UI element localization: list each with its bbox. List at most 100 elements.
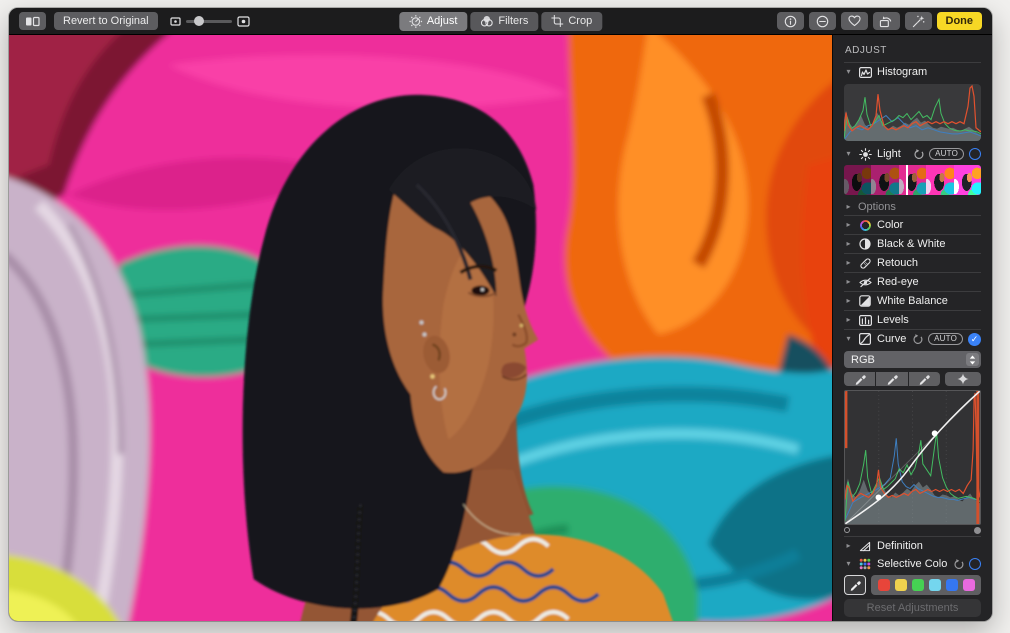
add-point-button[interactable] bbox=[945, 372, 981, 386]
sparkle-point-icon bbox=[957, 373, 969, 385]
crop-icon bbox=[551, 15, 563, 27]
chevron-right-icon[interactable]: ▸ bbox=[844, 259, 853, 267]
tab-adjust[interactable]: Adjust bbox=[399, 12, 468, 31]
curves-channel-select[interactable]: RGB bbox=[844, 351, 981, 368]
curve-point-1[interactable] bbox=[876, 494, 882, 500]
info-icon bbox=[784, 15, 797, 28]
row-label: Histogram bbox=[877, 66, 981, 78]
swatch-magenta[interactable] bbox=[963, 579, 975, 591]
sidebar-row-options[interactable]: ▸ Options bbox=[844, 198, 981, 215]
light-value-indicator[interactable] bbox=[906, 165, 908, 195]
white-point-handle[interactable] bbox=[974, 527, 981, 534]
done-button[interactable]: Done bbox=[937, 12, 983, 30]
row-label: Levels bbox=[877, 314, 981, 326]
swatch-yellow[interactable] bbox=[895, 579, 907, 591]
bandage-icon bbox=[858, 257, 872, 270]
swatch-cyan[interactable] bbox=[929, 579, 941, 591]
chevron-right-icon[interactable]: ▸ bbox=[844, 297, 853, 305]
swatch-red[interactable] bbox=[878, 579, 890, 591]
favorite-button[interactable] bbox=[841, 12, 868, 30]
sidebar-row-black-white[interactable]: ▸ Black & White bbox=[844, 235, 981, 253]
chevron-right-icon[interactable]: ▸ bbox=[844, 221, 853, 229]
light-thumb[interactable] bbox=[954, 165, 981, 195]
curves-chart[interactable] bbox=[844, 390, 981, 525]
reset-arrow-icon[interactable] bbox=[912, 149, 924, 160]
reset-adjustments-button[interactable]: Reset Adjustments bbox=[844, 599, 981, 617]
sidebar-row-retouch[interactable]: ▸ Retouch bbox=[844, 254, 981, 272]
auto-enhance-button[interactable] bbox=[905, 12, 932, 30]
histogram-icon bbox=[858, 66, 872, 79]
zoom-out-thumbnail-icon bbox=[170, 17, 181, 26]
sun-icon bbox=[858, 148, 872, 161]
gray-point-eyedropper-button[interactable] bbox=[876, 372, 907, 386]
color-wheel-icon bbox=[858, 219, 872, 232]
curves-tools bbox=[844, 372, 981, 386]
light-thumb[interactable] bbox=[899, 165, 926, 195]
light-thumb[interactable] bbox=[871, 165, 898, 195]
swatch-blue[interactable] bbox=[946, 579, 958, 591]
sidebar-row-histogram[interactable]: ▾ Histogram bbox=[844, 63, 981, 81]
sidebar-row-selective-color[interactable]: ▾ Selective Color bbox=[844, 555, 981, 573]
chevron-right-icon[interactable]: ▸ bbox=[844, 316, 853, 324]
curves-icon bbox=[858, 333, 872, 346]
row-label: Black & White bbox=[877, 238, 981, 250]
chevron-right-icon[interactable]: ▸ bbox=[844, 240, 853, 248]
tab-filters-label: Filters bbox=[498, 15, 528, 27]
black-point-handle[interactable] bbox=[844, 527, 850, 533]
adjust-sidebar: ADJUST ▾ Histogram bbox=[832, 35, 992, 621]
photo-canvas bbox=[9, 35, 832, 621]
photo-woman-colorful-fabrics bbox=[9, 35, 832, 621]
zoom-slider[interactable] bbox=[186, 20, 232, 23]
light-auto-button[interactable]: AUTO bbox=[929, 148, 964, 161]
tab-crop-label: Crop bbox=[568, 15, 592, 27]
sidebar-row-levels[interactable]: ▸ Levels bbox=[844, 311, 981, 329]
chevron-right-icon[interactable]: ▸ bbox=[844, 203, 853, 211]
rotate-button[interactable] bbox=[873, 12, 900, 30]
light-enabled-checkbox[interactable] bbox=[969, 148, 981, 160]
chevron-right-icon[interactable]: ▸ bbox=[844, 542, 853, 550]
eyedropper-icon bbox=[918, 373, 930, 385]
tab-crop[interactable]: Crop bbox=[541, 12, 602, 31]
reset-arrow-icon[interactable] bbox=[911, 334, 923, 345]
white-point-eyedropper-button[interactable] bbox=[909, 372, 940, 386]
swatch-green[interactable] bbox=[912, 579, 924, 591]
chevron-down-icon[interactable]: ▾ bbox=[844, 150, 853, 158]
curves-auto-button[interactable]: AUTO bbox=[928, 333, 963, 346]
chevron-down-icon[interactable]: ▾ bbox=[844, 560, 853, 568]
sidebar-row-definition[interactable]: ▸ Definition bbox=[844, 537, 981, 555]
sidebar-row-red-eye[interactable]: ▸ Red-eye bbox=[844, 273, 981, 291]
revert-to-original-button[interactable]: Revert to Original bbox=[54, 12, 158, 30]
histogram-chart bbox=[844, 84, 981, 141]
compare-before-after-button[interactable] bbox=[19, 12, 46, 30]
light-thumb[interactable] bbox=[844, 165, 871, 195]
sidebar-row-white-balance[interactable]: ▸ White Balance bbox=[844, 292, 981, 310]
before-after-icon bbox=[25, 16, 40, 27]
eyedropper-icon bbox=[886, 373, 898, 385]
sidebar-row-curves[interactable]: ▾ Curves AUTO ✓ bbox=[844, 330, 981, 348]
black-point-eyedropper-button[interactable] bbox=[844, 372, 875, 386]
reset-arrow-icon[interactable] bbox=[952, 559, 964, 570]
tab-filters[interactable]: Filters bbox=[470, 12, 538, 31]
selective-color-icon bbox=[858, 558, 872, 571]
curve-point-2[interactable] bbox=[932, 430, 938, 436]
select-stepper-icon bbox=[966, 353, 979, 366]
hide-photo-button[interactable] bbox=[809, 12, 836, 30]
info-button[interactable] bbox=[777, 12, 804, 30]
sidebar-row-color[interactable]: ▸ Color bbox=[844, 216, 981, 234]
light-intensity-strip[interactable] bbox=[844, 165, 981, 195]
sidebar-header: ADJUST bbox=[844, 43, 981, 62]
histogram-luminance bbox=[844, 110, 981, 141]
sidebar-row-light[interactable]: ▾ Light bbox=[844, 145, 981, 163]
chevron-down-icon[interactable]: ▾ bbox=[844, 68, 853, 76]
reset-adjustments-label: Reset Adjustments bbox=[867, 602, 959, 614]
zoom-slider-knob[interactable] bbox=[194, 16, 204, 26]
curves-enabled-checkbox[interactable]: ✓ bbox=[968, 333, 981, 346]
black-white-icon bbox=[858, 238, 872, 251]
chevron-down-icon[interactable]: ▾ bbox=[844, 335, 853, 343]
red-eye-icon bbox=[858, 276, 872, 289]
selective-color-enabled-checkbox[interactable] bbox=[969, 558, 981, 570]
chevron-right-icon[interactable]: ▸ bbox=[844, 278, 853, 286]
light-thumb[interactable] bbox=[926, 165, 953, 195]
definition-icon bbox=[858, 540, 872, 553]
selective-color-eyedropper-button[interactable] bbox=[844, 575, 866, 595]
